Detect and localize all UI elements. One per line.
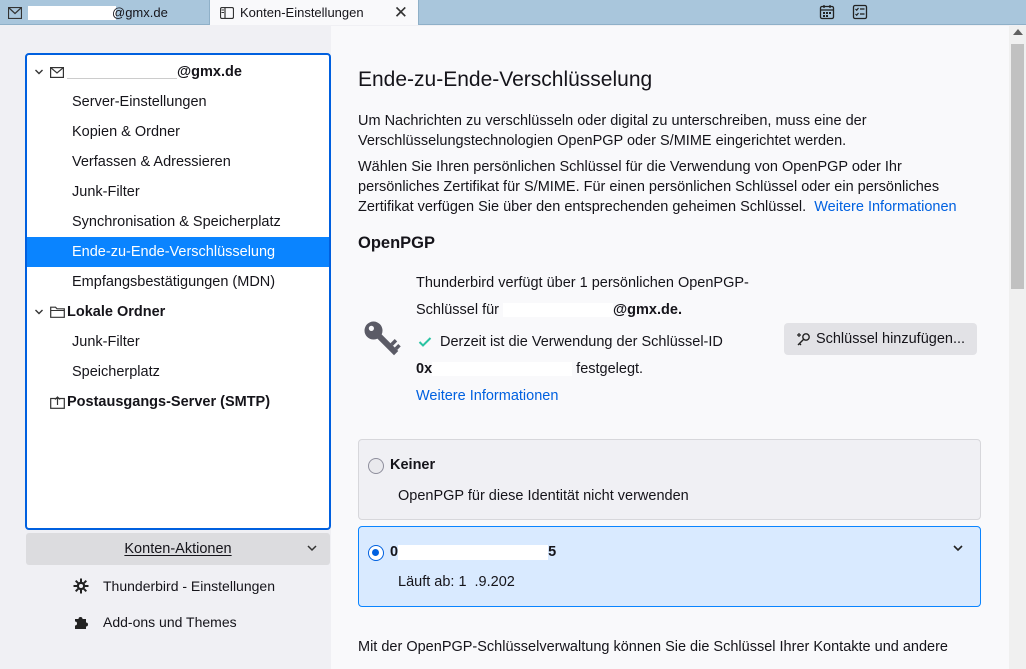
redacted-email bbox=[503, 303, 614, 318]
tree-item-e2e[interactable]: Ende-zu-Ende-Verschlüsselung bbox=[27, 237, 329, 267]
twisty-icon[interactable] bbox=[33, 306, 45, 318]
openpgp-heading: OpenPGP bbox=[358, 234, 436, 252]
tab-account-settings-label: Konten-Einstellungen bbox=[240, 5, 364, 20]
tree-item-sync[interactable]: Synchronisation & Speicherplatz bbox=[27, 207, 329, 237]
tree-smtp-label: Postausgangs-Server (SMTP) bbox=[67, 394, 271, 410]
redacted-email bbox=[28, 5, 116, 20]
option-key-prefix: 0 bbox=[390, 544, 399, 560]
chevron-down-icon[interactable] bbox=[952, 542, 964, 554]
tasks-icon bbox=[852, 4, 868, 20]
puzzle-icon bbox=[72, 613, 90, 631]
add-key-button[interactable]: Schlüssel hinzufügen... bbox=[784, 323, 977, 355]
pgp-status-line: Derzeit ist die Verwendung der Schlüssel… bbox=[418, 332, 723, 352]
pgp-info-line2: Schlüssel für @gmx.de. bbox=[416, 300, 682, 320]
account-actions-button[interactable]: Konten-Aktionen bbox=[26, 533, 330, 565]
tree-local-folders[interactable]: Lokale Ordner bbox=[27, 297, 329, 327]
check-icon bbox=[418, 337, 432, 347]
add-key-label: Schlüssel hinzufügen... bbox=[815, 331, 966, 347]
chevron-down-icon bbox=[307, 545, 317, 552]
tree-item-copies-folders[interactable]: Kopien & Ordner bbox=[27, 117, 329, 147]
redacted-keyid bbox=[398, 544, 549, 560]
calendar-button[interactable] bbox=[817, 2, 837, 22]
tree-account-label: @gmx.de bbox=[177, 64, 242, 80]
close-icon[interactable]: ✕ bbox=[394, 3, 408, 23]
tree-local-storage[interactable]: Speicherplatz bbox=[27, 357, 329, 387]
settings-tab-icon bbox=[220, 6, 234, 19]
tab-mail-label: @gmx.de bbox=[112, 5, 168, 20]
option-key-expiry: Läuft ab: 1 .9.202 bbox=[398, 574, 523, 590]
account-tree[interactable]: @gmx.de Server-Einstellungen Kopien & Or… bbox=[25, 53, 331, 530]
thunderbird-settings-link[interactable]: Thunderbird - Einstellungen bbox=[72, 576, 275, 596]
option-none-title: Keiner bbox=[390, 457, 436, 473]
intro-line: persönliches Zertifikat für S/MIME. Für … bbox=[358, 179, 940, 195]
calendar-icon bbox=[819, 5, 835, 20]
tree-item-mdn[interactable]: Empfangsbestätigungen (MDN) bbox=[27, 267, 329, 297]
option-none-desc: OpenPGP für diese Identität nicht verwen… bbox=[398, 488, 689, 504]
gear-icon bbox=[72, 577, 90, 595]
pgp-keyid-line: 0x festgelegt. bbox=[416, 359, 643, 379]
redacted-date bbox=[466, 575, 475, 590]
scrollbar-thumb[interactable] bbox=[1011, 44, 1024, 289]
option-none[interactable]: Keiner OpenPGP für diese Identität nicht… bbox=[358, 439, 981, 520]
tree-item-composition[interactable]: Verfassen & Adressieren bbox=[27, 147, 329, 177]
redacted-date bbox=[514, 575, 523, 590]
pgp-info-line1: Thunderbird verfügt über 1 persönlichen … bbox=[416, 275, 749, 291]
redacted-email bbox=[67, 65, 177, 79]
add-key-icon bbox=[796, 333, 810, 346]
pgp-more-info-link[interactable]: Weitere Informationen bbox=[416, 386, 558, 406]
addons-themes-label: Add-ons und Themes bbox=[103, 614, 237, 630]
pgp-status-text: Derzeit ist die Verwendung der Schlüssel… bbox=[440, 334, 723, 350]
option-key[interactable]: 05 Läuft ab: 1.9.202 bbox=[358, 526, 981, 607]
tree-item-server-settings[interactable]: Server-Einstellungen bbox=[27, 87, 329, 117]
intro-paragraph-2: Wählen Sie Ihren persönlichen Schlüssel … bbox=[358, 157, 983, 217]
twisty-icon[interactable] bbox=[33, 66, 45, 78]
thunderbird-settings-label: Thunderbird - Einstellungen bbox=[103, 578, 275, 594]
tree-local-label: Lokale Ordner bbox=[67, 304, 166, 320]
mail-icon bbox=[49, 65, 65, 79]
tab-account-settings[interactable]: Konten-Einstellungen ✕ bbox=[209, 0, 419, 25]
account-tree-pane: @gmx.de Server-Einstellungen Kopien & Or… bbox=[0, 26, 331, 669]
radio-none[interactable] bbox=[368, 458, 384, 474]
mail-icon bbox=[8, 6, 22, 19]
tasks-button[interactable] bbox=[850, 2, 870, 22]
pgp-line2-email: @gmx.de. bbox=[613, 302, 682, 318]
intro-line: Um Nachrichten zu verschlüsseln oder dig… bbox=[358, 113, 867, 129]
outbox-icon bbox=[49, 395, 65, 409]
tree-account[interactable]: @gmx.de bbox=[27, 57, 329, 87]
bottom-paragraph: Mit der OpenPGP-Schlüsselverwaltung könn… bbox=[358, 639, 948, 655]
pgp-line2-prefix: Schlüssel für bbox=[416, 302, 500, 318]
folder-icon bbox=[49, 305, 65, 319]
option-key-title: 05 bbox=[390, 544, 556, 560]
tab-bar: @gmx.de Konten-Einstellungen ✕ bbox=[0, 0, 1026, 25]
tree-item-junk[interactable]: Junk-Filter bbox=[27, 177, 329, 207]
more-info-link[interactable]: Weitere Informationen bbox=[814, 199, 956, 215]
intro-line: Wählen Sie Ihren persönlichen Schlüssel … bbox=[358, 159, 902, 175]
pgp-keyid-prefix: 0x bbox=[416, 361, 433, 377]
intro-line: Verschlüsselungstechnologien OpenPGP ode… bbox=[358, 133, 847, 149]
tree-local-junk[interactable]: Junk-Filter bbox=[27, 327, 329, 357]
tab-mail[interactable]: @gmx.de bbox=[0, 0, 208, 25]
option-key-expiry-prefix: Läuft ab: 1 bbox=[398, 574, 467, 590]
redacted-keyid bbox=[432, 362, 573, 377]
intro-line: Zertifikat verfügen Sie über den entspre… bbox=[358, 199, 807, 215]
scroll-up-arrow[interactable] bbox=[1013, 29, 1023, 35]
radio-key[interactable] bbox=[368, 545, 384, 561]
page-title: Ende-zu-Ende-Verschlüsselung bbox=[358, 68, 653, 91]
account-actions-label: Konten-Aktionen bbox=[124, 541, 232, 557]
key-icon bbox=[364, 321, 401, 356]
tree-smtp[interactable]: Postausgangs-Server (SMTP) bbox=[27, 387, 329, 417]
intro-paragraph-1: Um Nachrichten zu verschlüsseln oder dig… bbox=[358, 111, 983, 151]
settings-content: Ende-zu-Ende-Verschlüsselung Um Nachrich… bbox=[331, 26, 1009, 669]
option-key-suffix: 5 bbox=[548, 544, 557, 560]
scrollbar[interactable] bbox=[1009, 26, 1026, 669]
addons-themes-link[interactable]: Add-ons und Themes bbox=[72, 612, 237, 632]
pgp-keyid-suffix: festgelegt. bbox=[576, 361, 644, 377]
option-key-expiry-suffix: .9.202 bbox=[474, 574, 515, 590]
